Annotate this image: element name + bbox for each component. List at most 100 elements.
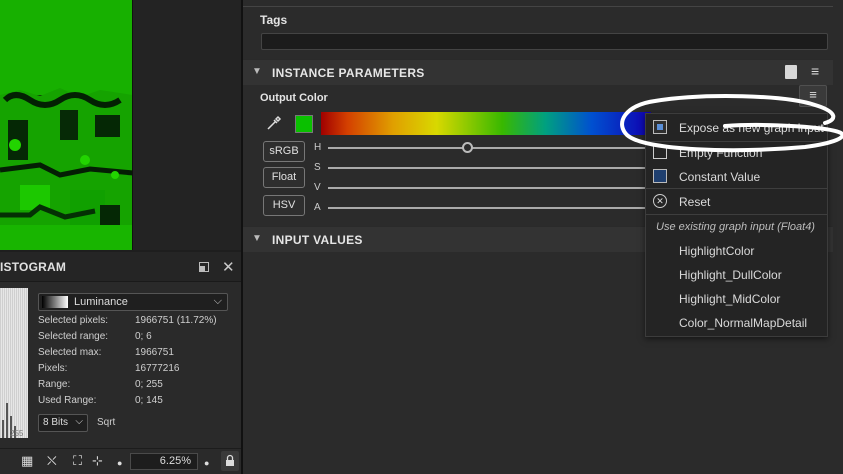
stat-label: Selected max: (38, 347, 102, 358)
menu-item-label: Color_NormalMapDetail (679, 316, 808, 330)
slider-a[interactable] (328, 207, 653, 209)
colorspace-button[interactable]: sRGB (263, 141, 305, 162)
bit-depth-value: 8 Bits (43, 417, 69, 428)
zoom-field[interactable]: 6.25% (130, 453, 198, 470)
constant-value-icon (653, 169, 667, 183)
stat-value: 1966751 (135, 347, 174, 358)
expose-input-icon (653, 120, 667, 134)
menu-item-label: Reset (679, 195, 711, 209)
menu-item-expose-input[interactable]: Expose as new graph input (646, 116, 827, 140)
stat-label: Range: (38, 379, 71, 390)
menu-item-existing-input[interactable]: Highlight_DullColor (646, 263, 827, 287)
stat-row: Selected range: 0; 6 (38, 331, 238, 347)
menu-item-label: Expose as new graph input (679, 121, 824, 135)
menu-item-label: Empty Function (679, 146, 763, 160)
stat-value: 0; 145 (135, 395, 163, 406)
stat-row: Selected max: 1966751 (38, 347, 238, 363)
color-swatch[interactable] (295, 115, 313, 133)
histogram-header: ISTOGRAM ✕ (0, 252, 241, 282)
chevron-down-icon: ⌵ (213, 295, 222, 307)
stat-row: Used Range: 0; 145 (38, 395, 238, 411)
histogram-title: ISTOGRAM (0, 260, 67, 274)
slider-h-knob[interactable] (462, 142, 474, 153)
stat-value: 0; 255 (135, 379, 163, 390)
stat-value: 1966751 (11.72%) (135, 315, 217, 326)
hue-gradient-bar[interactable] (321, 112, 651, 135)
histogram-stats: Selected pixels: 1966751 (11.72%) Select… (38, 315, 238, 411)
stat-row: Range: 0; 255 (38, 379, 238, 395)
menu-separator (646, 214, 827, 215)
stat-row: Pixels: 16777216 (38, 363, 238, 379)
menu-item-existing-input[interactable]: HighlightColor (646, 239, 827, 263)
preset-icon[interactable] (785, 65, 797, 79)
section-menu-icon[interactable]: ≡ (811, 63, 819, 79)
eyedropper-glyph (267, 115, 282, 130)
menu-item-label: HighlightColor (679, 244, 755, 258)
menu-separator (646, 188, 827, 189)
chevron-down-icon: ▼ (252, 66, 262, 77)
close-icon[interactable]: ✕ (222, 258, 235, 276)
reset-icon: ✕ (653, 194, 667, 208)
instance-parameters-title: INSTANCE PARAMETERS (272, 66, 425, 80)
bit-depth-select[interactable]: 8 Bits ⌵ (38, 414, 88, 432)
lock-button[interactable] (221, 451, 239, 471)
zoom-out-icon[interactable]: ● (117, 456, 122, 470)
histogram-toolbar: ▦ ⛌ ⛶ ⊹ ● 6.25% ● (0, 448, 241, 474)
format-button[interactable]: Float (263, 167, 305, 188)
stat-value: 16777216 (135, 363, 180, 374)
grid-icon[interactable]: ▦ (21, 454, 33, 468)
frame-icon[interactable]: ⛶ (73, 454, 82, 468)
histogram-graph[interactable] (0, 288, 28, 438)
zoom-in-icon[interactable]: ● (204, 456, 209, 470)
input-values-title: INPUT VALUES (272, 233, 363, 247)
histogram-bar (6, 403, 8, 438)
chevron-down-icon: ▼ (252, 233, 262, 244)
viewport-empty-area (133, 0, 241, 250)
menu-item-empty-function[interactable]: Empty Function (646, 141, 827, 165)
histogram-panel: ISTOGRAM ✕ 255 Luminance ⌵ Selected pixe… (0, 252, 241, 474)
channel-select-value: Luminance (74, 296, 128, 308)
undock-icon[interactable] (199, 262, 209, 272)
empty-function-icon (653, 145, 667, 159)
stat-label: Selected range: (38, 331, 109, 342)
stat-label: Used Range: (38, 395, 97, 406)
slider-s[interactable] (328, 167, 653, 169)
menu-item-label: Constant Value (679, 170, 761, 184)
luminance-gradient-icon (42, 296, 68, 308)
stat-label: Pixels: (38, 363, 68, 374)
menu-item-existing-input[interactable]: Color_NormalMapDetail (646, 311, 827, 335)
existing-input-note: Use existing graph input (Float4) (656, 221, 815, 233)
slider-h[interactable] (328, 147, 653, 149)
slider-label-h: H (314, 142, 322, 153)
slider-v[interactable] (328, 187, 653, 189)
menu-item-reset[interactable]: ✕ Reset (646, 190, 827, 214)
slider-label-a: A (314, 202, 321, 213)
lock-icon (226, 454, 234, 466)
stat-value: 0; 6 (135, 331, 152, 342)
slider-label-s: S (314, 162, 321, 173)
scale-mode-label[interactable]: Sqrt (97, 417, 115, 428)
menu-item-existing-input[interactable]: Highlight_MidColor (646, 287, 827, 311)
parameter-menu-button[interactable]: ≡ (799, 85, 827, 107)
viewport-render-image (0, 0, 132, 250)
output-color-label: Output Color (260, 92, 328, 104)
eyedropper-icon[interactable] (265, 114, 283, 137)
menu-item-label: Highlight_MidColor (679, 292, 781, 306)
chevron-down-icon: ⌵ (75, 416, 83, 427)
menu-item-constant-value[interactable]: Constant Value (646, 165, 827, 189)
stat-row: Selected pixels: 1966751 (11.72%) (38, 315, 238, 331)
histogram-axis-max: 255 (10, 429, 24, 438)
viewport-3d[interactable] (0, 0, 133, 250)
slider-label-v: V (314, 182, 321, 193)
tags-input[interactable] (261, 33, 828, 50)
channel-select[interactable]: Luminance ⌵ (38, 293, 228, 311)
fit-view-icon[interactable]: ⊹ (92, 454, 103, 468)
tags-label: Tags (260, 13, 288, 27)
menu-item-label: Highlight_DullColor (679, 268, 782, 282)
figure-icon[interactable]: ⛌ (47, 454, 57, 468)
instance-parameters-header[interactable]: ▼ INSTANCE PARAMETERS ≡ (243, 59, 833, 85)
stat-label: Selected pixels: (38, 315, 109, 326)
divider (243, 6, 833, 7)
histogram-bar (2, 420, 4, 438)
color-model-button[interactable]: HSV (263, 195, 305, 216)
